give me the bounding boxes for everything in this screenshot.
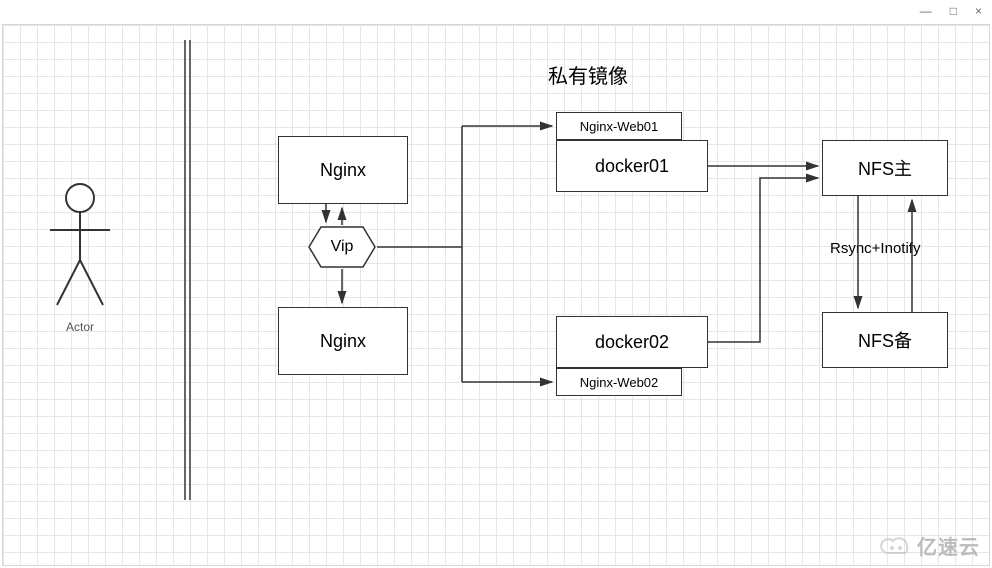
actor-label: Actor (66, 320, 94, 334)
window-controls: — □ × (920, 0, 992, 22)
node-nfs-backup[interactable]: NFS备 (822, 312, 948, 368)
minimize-button[interactable]: — (920, 4, 932, 18)
label-rsync: Rsync+Inotify (830, 240, 920, 257)
close-button[interactable]: × (975, 4, 982, 18)
node-label: docker02 (595, 332, 669, 353)
node-label: docker01 (595, 156, 669, 177)
node-vip[interactable]: Vip (307, 225, 377, 269)
node-nginx-1[interactable]: Nginx (278, 136, 408, 204)
node-label: NFS备 (858, 327, 912, 353)
node-label: NFS主 (858, 155, 912, 181)
node-nginx-2[interactable]: Nginx (278, 307, 408, 375)
node-web01[interactable]: Nginx-Web01 (556, 112, 682, 140)
node-label: Nginx-Web01 (580, 119, 659, 134)
node-label: Nginx (320, 160, 366, 181)
maximize-button[interactable]: □ (950, 4, 957, 18)
node-label: Vip (307, 225, 377, 269)
node-web02[interactable]: Nginx-Web02 (556, 368, 682, 396)
node-nfs-master[interactable]: NFS主 (822, 140, 948, 196)
watermark: 亿速云 (879, 531, 980, 560)
swimlane-divider (184, 40, 191, 500)
actor-figure[interactable] (45, 180, 115, 310)
diagram-title: 私有镜像 (548, 60, 628, 89)
node-label: Nginx (320, 331, 366, 352)
canvas[interactable] (2, 24, 990, 566)
node-docker01[interactable]: docker01 (556, 140, 708, 192)
node-label: Nginx-Web02 (580, 375, 659, 390)
watermark-text: 亿速云 (917, 531, 980, 560)
node-docker02[interactable]: docker02 (556, 316, 708, 368)
